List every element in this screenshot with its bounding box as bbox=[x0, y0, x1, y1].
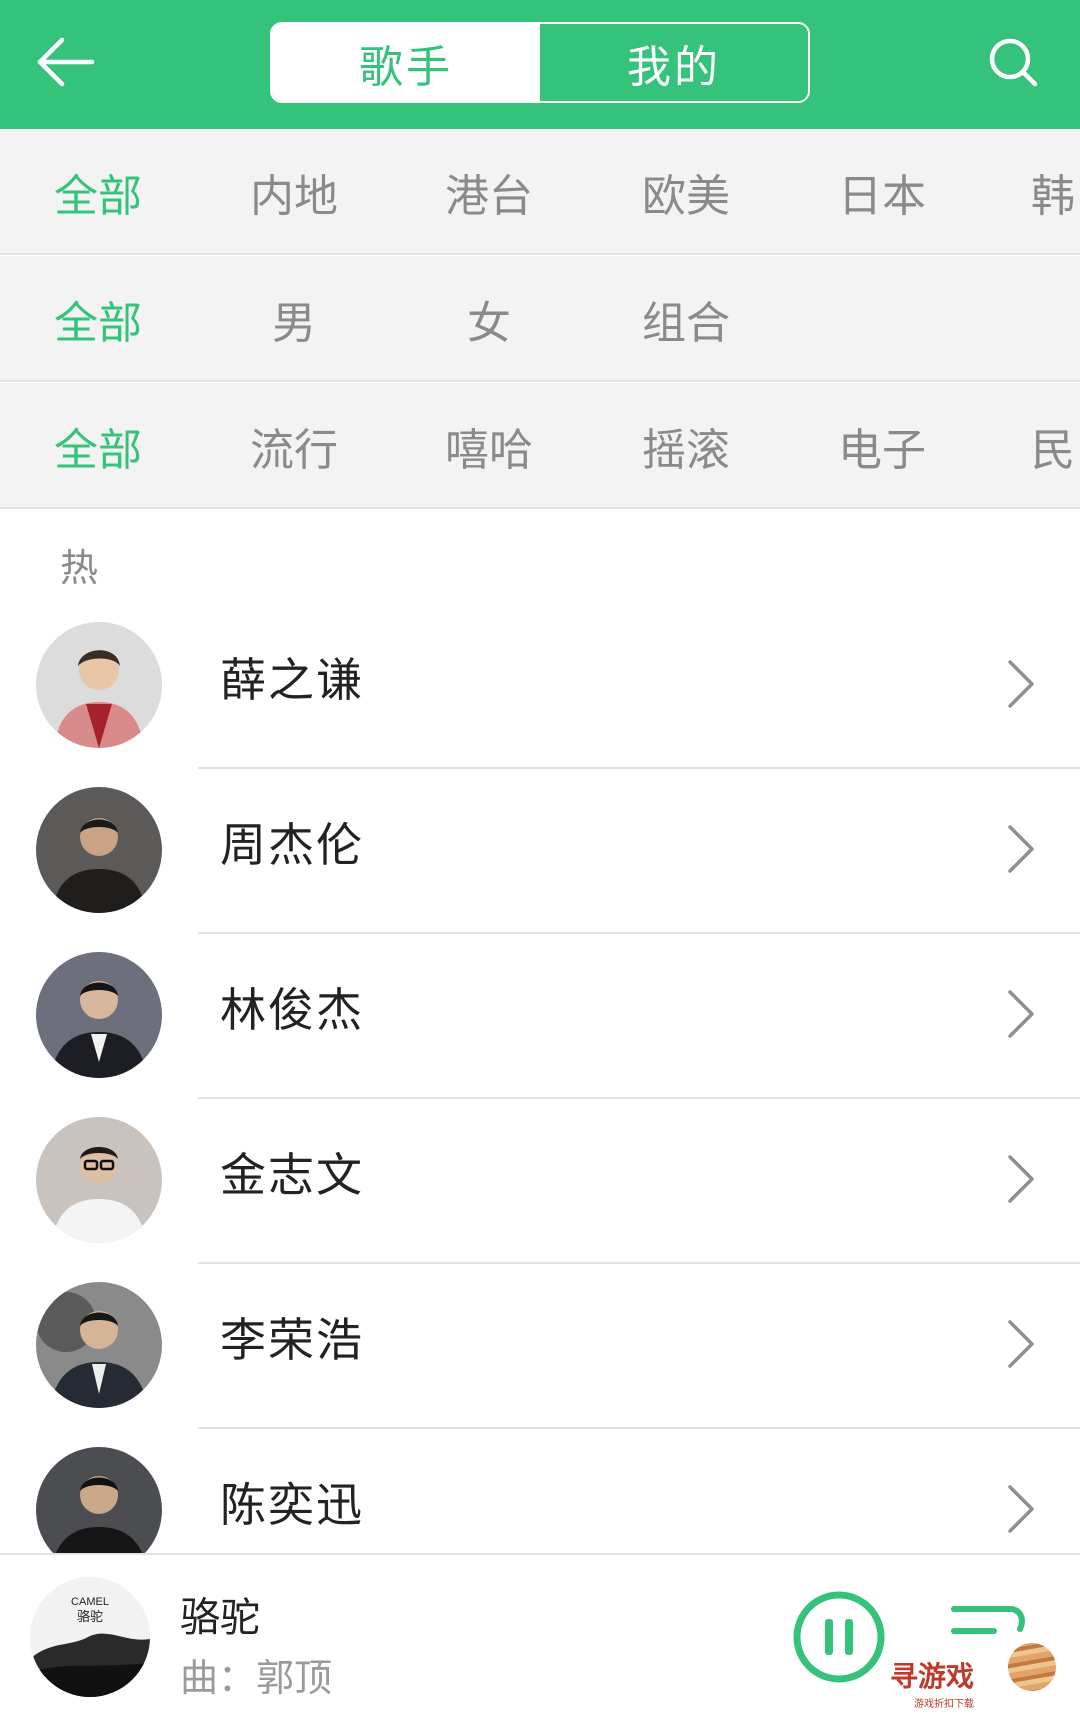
tab-singers[interactable]: 歌手 bbox=[272, 24, 540, 101]
avatar bbox=[36, 1282, 162, 1408]
song-subtitle: 曲：郭顶 bbox=[180, 1656, 333, 1700]
artist-row[interactable]: 林俊杰 bbox=[0, 934, 1080, 1099]
watermark-subtext: 游戏折扣下载 bbox=[914, 1699, 974, 1710]
song-title: 骆驼 bbox=[180, 1595, 260, 1641]
top-bar: 歌手 我的 bbox=[0, 0, 1080, 129]
genre-chip-all[interactable]: 全部 bbox=[8, 383, 188, 507]
watermark-text: 寻游戏 bbox=[890, 1660, 975, 1693]
artist-name: 林俊杰 bbox=[220, 983, 364, 1037]
section-label-hot: 热 bbox=[60, 546, 99, 590]
search-button[interactable] bbox=[977, 26, 1049, 98]
chevron-right-icon bbox=[1008, 1320, 1034, 1368]
album-text-main: 骆驼 bbox=[77, 1609, 103, 1625]
arrow-left-icon bbox=[37, 37, 95, 87]
genre-chip-rock[interactable]: 摇滚 bbox=[596, 383, 776, 507]
chevron-right-icon bbox=[1008, 825, 1034, 873]
avatar bbox=[36, 952, 162, 1078]
region-chip-west[interactable]: 欧美 bbox=[596, 129, 776, 253]
avatar bbox=[36, 787, 162, 913]
region-chip-korea[interactable]: 韩 bbox=[963, 129, 1080, 253]
gender-chip-male[interactable]: 男 bbox=[204, 256, 384, 380]
artist-name: 薛之谦 bbox=[220, 653, 364, 707]
artist-row[interactable]: 金志文 bbox=[0, 1099, 1080, 1264]
artist-name: 金志文 bbox=[220, 1148, 364, 1202]
genre-chip-folk[interactable]: 民 bbox=[963, 383, 1080, 507]
album-text-top: CAMEL bbox=[71, 1596, 109, 1608]
genre-chip-pop[interactable]: 流行 bbox=[204, 383, 384, 507]
tab-mine[interactable]: 我的 bbox=[540, 24, 808, 101]
artist-row[interactable]: 周杰伦 bbox=[0, 769, 1080, 934]
artist-row[interactable]: 薛之谦 bbox=[0, 604, 1080, 769]
avatar bbox=[36, 622, 162, 748]
mini-player[interactable]: CAMEL 骆驼 骆驼 曲：郭顶 寻游戏 游戏折扣下载 bbox=[0, 1553, 1080, 1719]
genre-filter-row: 全部 流行 嘻哈 摇滚 电子 民 bbox=[0, 383, 1080, 509]
region-chip-all[interactable]: 全部 bbox=[8, 129, 188, 253]
search-icon bbox=[989, 38, 1038, 87]
artist-row[interactable]: 李荣浩 bbox=[0, 1264, 1080, 1429]
back-button[interactable] bbox=[30, 26, 102, 98]
segmented-tabs: 歌手 我的 bbox=[270, 22, 810, 103]
chevron-right-icon bbox=[1008, 990, 1034, 1038]
genre-chip-electronic[interactable]: 电子 bbox=[792, 383, 972, 507]
artist-name: 李荣浩 bbox=[220, 1313, 364, 1367]
gender-chip-female[interactable]: 女 bbox=[399, 256, 579, 380]
region-chip-japan[interactable]: 日本 bbox=[792, 129, 972, 253]
gender-chip-group[interactable]: 组合 bbox=[596, 256, 776, 380]
genre-chip-hiphop[interactable]: 嘻哈 bbox=[399, 383, 579, 507]
avatar bbox=[36, 1117, 162, 1243]
chevron-right-icon bbox=[1008, 1485, 1034, 1533]
album-cover[interactable]: CAMEL 骆驼 bbox=[30, 1577, 150, 1697]
gender-chip-all[interactable]: 全部 bbox=[8, 256, 188, 380]
planet-icon bbox=[1008, 1643, 1056, 1691]
singers-screen: { "header": { "tabs": [ {"label": "歌手", … bbox=[0, 0, 1080, 1719]
artist-name: 陈奕迅 bbox=[220, 1478, 364, 1532]
region-chip-hk-tw[interactable]: 港台 bbox=[399, 129, 579, 253]
chevron-right-icon bbox=[1008, 660, 1034, 708]
watermark: 寻游戏 游戏折扣下载 bbox=[862, 1643, 1080, 1719]
artist-name: 周杰伦 bbox=[220, 818, 364, 872]
gender-filter-row: 全部 男 女 组合 bbox=[0, 256, 1080, 382]
region-filter-row: 全部 内地 港台 欧美 日本 韩 bbox=[0, 129, 1080, 255]
chevron-right-icon bbox=[1008, 1155, 1034, 1203]
region-chip-mainland[interactable]: 内地 bbox=[204, 129, 384, 253]
